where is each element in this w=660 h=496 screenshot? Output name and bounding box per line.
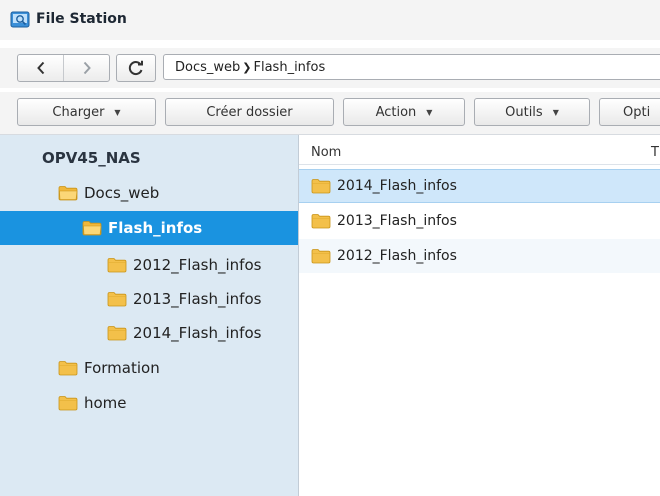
tree-root[interactable]: OPV45_NAS [0,141,298,175]
folder-icon [311,178,331,194]
tree-item-label: 2012_Flash_infos [133,256,262,274]
refresh-icon [128,60,143,76]
tree-item-label: 2013_Flash_infos [133,290,262,308]
charger-button[interactable]: Charger ▼ [17,98,156,126]
folder-icon [311,248,331,264]
tree-item-2014-flash-infos[interactable]: 2014_Flash_infos [0,316,298,350]
column-header-nom[interactable]: Nom [311,145,341,160]
back-button[interactable] [18,55,64,81]
tree-item-flash-infos[interactable]: Flash_infos [0,211,298,245]
folder-icon [58,395,78,411]
tree-item-2012-flash-infos[interactable]: 2012_Flash_infos [0,248,298,282]
creer-dossier-label: Créer dossier [206,104,293,120]
title-bar: File Station [0,0,660,40]
tree-root-label: OPV45_NAS [42,149,141,167]
breadcrumb-flash-infos[interactable]: Flash_infos [254,60,326,75]
action-label: Action [375,104,417,120]
list-item-name: 2013_Flash_infos [337,213,457,229]
file-list: Nom T 2014_Flash_infos 2013_Flash_infos … [299,135,660,496]
list-header: Nom T [299,135,660,165]
forward-button[interactable] [64,55,109,81]
list-item-name: 2012_Flash_infos [337,248,457,264]
tree-item-label: Flash_infos [108,219,203,237]
list-item-name: 2014_Flash_infos [337,178,457,194]
caret-down-icon: ▼ [114,107,121,117]
tree-item-label: Docs_web [84,184,160,202]
folder-icon [58,360,78,376]
options-button[interactable]: Opti [599,98,660,126]
folder-icon [107,291,127,307]
tree-item-label: Formation [84,359,160,377]
breadcrumb-separator-icon: ❯ [242,60,252,74]
column-header-type[interactable]: T [651,145,659,160]
tree-item-label: home [84,394,127,412]
folder-icon [311,213,331,229]
outils-label: Outils [505,104,543,120]
caret-down-icon: ▼ [552,107,559,117]
file-station-icon [10,11,30,28]
folder-open-icon [58,185,78,201]
navigation-bar: Docs_web ❯ Flash_infos [0,48,660,88]
caret-down-icon: ▼ [426,107,433,117]
folder-open-icon [82,220,102,236]
window-title: File Station [36,11,127,27]
outils-button[interactable]: Outils ▼ [474,98,590,126]
toolbar: Charger ▼ Créer dossier Action ▼ Outils … [0,92,660,135]
list-item[interactable]: 2014_Flash_infos [299,169,660,203]
refresh-button[interactable] [116,54,156,82]
charger-label: Charger [52,104,105,120]
options-label: Opti [623,104,651,120]
list-item[interactable]: 2012_Flash_infos [299,239,660,273]
folder-tree: OPV45_NAS Docs_web Flash_infos 2012_Flas… [0,135,299,496]
list-item[interactable]: 2013_Flash_infos [299,204,660,238]
tree-item-formation[interactable]: Formation [0,351,298,385]
tree-item-docs-web[interactable]: Docs_web [0,176,298,210]
path-breadcrumb[interactable]: Docs_web ❯ Flash_infos [163,54,660,80]
breadcrumb-docs-web[interactable]: Docs_web [175,60,240,75]
tree-item-home[interactable]: home [0,386,298,420]
history-buttons [17,54,110,82]
folder-icon [107,257,127,273]
creer-dossier-button[interactable]: Créer dossier [165,98,334,126]
tree-item-2013-flash-infos[interactable]: 2013_Flash_infos [0,282,298,316]
folder-icon [107,325,127,341]
tree-item-label: 2014_Flash_infos [133,324,262,342]
chevron-right-icon [83,61,91,75]
action-button[interactable]: Action ▼ [343,98,465,126]
chevron-left-icon [36,61,44,75]
